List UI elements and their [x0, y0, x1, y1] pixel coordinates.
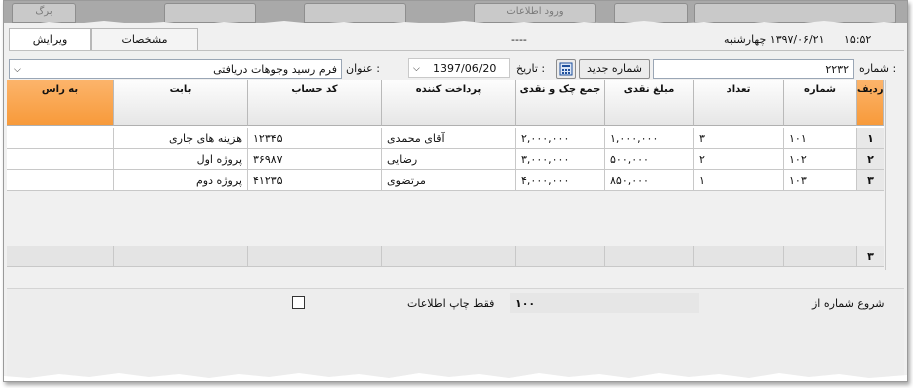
torn-edge-top	[4, 21, 907, 27]
grid-footer-row: ۳	[7, 246, 884, 267]
col-header-count[interactable]: تعداد	[694, 80, 784, 126]
cell-due[interactable]	[7, 149, 114, 170]
table-row[interactable]: ۱ ۱۰۱ ۳ ۱,۰۰۰,۰۰۰ ۲,۰۰۰,۰۰۰ آقای محمدی ۱۲۳۴۵ هز…	[7, 128, 884, 149]
cell-payer[interactable]: رضایی	[382, 149, 516, 170]
col-header-row[interactable]: ردیف	[857, 80, 884, 126]
cell-count[interactable]: ۲	[694, 149, 784, 170]
placeholder-dashes: ----	[511, 33, 527, 46]
footer-cell	[605, 246, 694, 267]
cell-cash[interactable]: ۵۰۰,۰۰۰	[605, 149, 694, 170]
tab-edit[interactable]: ویرایش	[9, 28, 91, 51]
row-index: ۳	[857, 170, 884, 191]
col-header-total[interactable]: جمع چک و نقدی	[516, 80, 605, 126]
title-value: فرم رسید وجوهات دریافتی	[213, 63, 337, 76]
tab-divider	[9, 50, 904, 51]
cell-number[interactable]: ۱۰۱	[784, 128, 857, 149]
time-text: ۱۵:۵۲	[844, 33, 872, 46]
cell-count[interactable]: ۱	[694, 170, 784, 191]
start-number-label: شروع شماره از	[812, 297, 885, 310]
col-header-cash[interactable]: مبلغ نقدی	[605, 80, 694, 126]
footer-cell	[114, 246, 248, 267]
cell-for[interactable]: پروژه دوم	[114, 170, 248, 191]
footer-cell	[784, 246, 857, 267]
start-number-field[interactable]: ۱۰۰	[510, 293, 699, 313]
calculator-icon	[559, 62, 573, 76]
col-header-payer[interactable]: پرداخت کننده	[382, 80, 516, 126]
cell-total[interactable]: ۴,۰۰۰,۰۰۰	[516, 170, 605, 191]
title-label: عنوان :	[346, 62, 380, 75]
footer-cell	[248, 246, 382, 267]
grid-right-border	[885, 80, 886, 270]
calculator-button[interactable]	[556, 59, 576, 79]
cell-total[interactable]: ۳,۰۰۰,۰۰۰	[516, 149, 605, 170]
col-header-for[interactable]: بابت	[114, 80, 248, 126]
chevron-down-icon[interactable]: ⌵	[413, 59, 420, 79]
app-window: برگ ورود اطلاعات ویرایش مشخصات ---- ۱۳۹۷…	[3, 0, 908, 382]
cell-cash[interactable]: ۱,۰۰۰,۰۰۰	[605, 128, 694, 149]
cell-due[interactable]	[7, 128, 114, 149]
col-header-number[interactable]: شماره	[784, 80, 857, 126]
date-picker[interactable]: ⌵ 1397/06/20	[408, 58, 510, 78]
date-text: ۱۳۹۷/۰۶/۲۱ چهارشنبه	[724, 33, 825, 46]
cell-due[interactable]	[7, 170, 114, 191]
new-number-button[interactable]: شماره جدید	[579, 59, 650, 79]
row-index: ۲	[857, 149, 884, 170]
date-label: تاریخ :	[516, 62, 546, 75]
cell-for[interactable]: هزینه های جاری	[114, 128, 248, 149]
cell-account[interactable]: ۱۲۳۴۵	[248, 128, 382, 149]
col-header-account[interactable]: کد حساب	[248, 80, 382, 126]
print-only-label: فقط چاپ اطلاعات	[407, 297, 495, 310]
cell-cash[interactable]: ۸۵۰,۰۰۰	[605, 170, 694, 191]
cell-number[interactable]: ۱۰۳	[784, 170, 857, 191]
col-header-due[interactable]: به راس	[7, 80, 114, 126]
title-select[interactable]: فرم رسید وجوهات دریافتی ⌵	[9, 59, 342, 79]
number-field[interactable]: ۲۲۳۲	[653, 59, 854, 79]
cell-account[interactable]: ۴۱۲۳۵	[248, 170, 382, 191]
cell-account[interactable]: ۳۶۹۸۷	[248, 149, 382, 170]
footer-count: ۳	[857, 246, 884, 267]
print-only-checkbox[interactable]	[292, 296, 305, 309]
chevron-down-icon[interactable]: ⌵	[14, 60, 21, 80]
number-label: شماره :	[859, 62, 897, 75]
cell-total[interactable]: ۲,۰۰۰,۰۰۰	[516, 128, 605, 149]
cell-number[interactable]: ۱۰۲	[784, 149, 857, 170]
table-row[interactable]: ۳ ۱۰۳ ۱ ۸۵۰,۰۰۰ ۴,۰۰۰,۰۰۰ مرتضوی ۴۱۲۳۵ پروژه دو…	[7, 170, 884, 191]
table-row[interactable]: ۲ ۱۰۲ ۲ ۵۰۰,۰۰۰ ۳,۰۰۰,۰۰۰ رضایی ۳۶۹۸۷ پروژه اول	[7, 149, 884, 170]
number-value: ۲۲۳۲	[825, 63, 849, 76]
bottom-panel: شروع شماره از ۱۰۰ فقط چاپ اطلاعات	[7, 288, 904, 381]
row-index: ۱	[857, 128, 884, 149]
footer-cell	[694, 246, 784, 267]
start-number-value: ۱۰۰	[515, 297, 536, 310]
cell-payer[interactable]: آقای محمدی	[382, 128, 516, 149]
cell-payer[interactable]: مرتضوی	[382, 170, 516, 191]
torn-edge-bottom	[4, 373, 907, 381]
footer-cell	[516, 246, 605, 267]
tab-details[interactable]: مشخصات	[91, 28, 198, 51]
data-grid: ردیف شماره تعداد مبلغ نقدی جمع چک و نقدی…	[7, 80, 884, 270]
date-value: 1397/06/20	[433, 62, 497, 75]
footer-cell	[382, 246, 516, 267]
cell-for[interactable]: پروژه اول	[114, 149, 248, 170]
cell-count[interactable]: ۳	[694, 128, 784, 149]
footer-cell	[7, 246, 114, 267]
